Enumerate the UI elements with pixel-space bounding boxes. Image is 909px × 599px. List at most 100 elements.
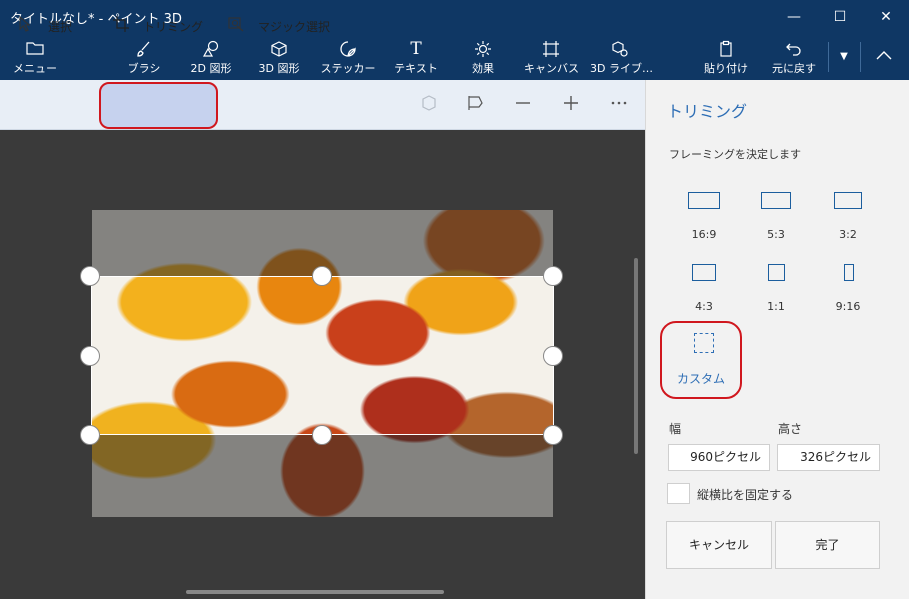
tool-brush-label: ブラシ	[127, 62, 161, 75]
tool-effects[interactable]: 効果	[462, 34, 504, 80]
toolbar-divider	[828, 42, 829, 72]
ratio-5-3[interactable]: 5:3	[746, 192, 806, 252]
ratio-4-3-icon	[692, 264, 716, 281]
panel-subtitle: フレーミングを決定します	[669, 148, 801, 161]
magic-select-icon	[228, 16, 244, 35]
panel-title: トリミング	[667, 102, 748, 121]
crop-icon	[113, 16, 129, 35]
custom-ratio-label[interactable]: カスタム	[660, 370, 742, 387]
ratio-9-16-label: 9:16	[835, 300, 861, 313]
paste-label: 貼り付け	[704, 62, 748, 75]
ratio-1-1-icon	[768, 264, 785, 281]
3d-view-icon	[420, 94, 438, 117]
select-label: 選択	[48, 20, 73, 34]
height-label: 高さ	[778, 422, 803, 436]
tool-sticker[interactable]: ステッカー	[320, 34, 376, 80]
zoom-out-icon[interactable]	[514, 94, 532, 117]
crop-handle-top-right[interactable]	[543, 266, 563, 286]
undo-icon	[768, 40, 820, 58]
flag-icon[interactable]	[466, 94, 484, 117]
brush-icon	[122, 40, 166, 58]
ratio-16-9-label: 16:9	[691, 228, 717, 241]
main-toolbar: メニュー ブラシ 2D 図形 3D 図形 ステッカー T テキスト 効果 キャン…	[0, 34, 909, 80]
tool-brush[interactable]: ブラシ	[122, 34, 166, 80]
effects-icon	[462, 40, 504, 58]
crop-frame[interactable]	[91, 276, 554, 435]
magic-select-label: マジック選択	[258, 20, 331, 34]
ratio-4-3[interactable]: 4:3	[674, 264, 734, 324]
crop-handle-bottom-left[interactable]	[80, 425, 100, 445]
ratio-16-9-icon	[688, 192, 720, 209]
crop-tool-highlight	[99, 82, 218, 129]
width-field[interactable]: 960ピクセル	[668, 444, 770, 471]
ratio-3-2[interactable]: 3:2	[818, 192, 878, 252]
lock-aspect-ratio-checkbox[interactable]	[667, 483, 690, 504]
crop-label: トリミング	[143, 20, 204, 34]
cancel-button[interactable]: キャンセル	[666, 521, 772, 569]
menu-label: メニュー	[13, 62, 57, 75]
ratio-1-1[interactable]: 1:1	[746, 264, 806, 324]
done-button[interactable]: 完了	[775, 521, 880, 569]
tool-sticker-label: ステッカー	[320, 62, 376, 75]
sticker-icon	[320, 40, 376, 58]
crop-handle-bottom-right[interactable]	[543, 425, 563, 445]
tool-canvas-label: キャンバス	[524, 62, 579, 75]
ratio-3-2-icon	[834, 192, 862, 209]
3d-shapes-icon	[254, 40, 304, 58]
chevron-down-icon: ▼	[840, 51, 848, 62]
tool-3d-shapes-label: 3D 図形	[258, 62, 300, 75]
tool-text[interactable]: T テキスト	[392, 34, 440, 80]
canvas-icon	[524, 40, 578, 58]
chevron-up-icon	[864, 46, 904, 64]
collapse-toolbar-button[interactable]	[864, 34, 904, 80]
zoom-in-icon[interactable]	[562, 94, 580, 117]
maximize-button[interactable]: ☐	[817, 0, 863, 34]
ratio-4-3-label: 4:3	[695, 300, 713, 313]
close-button[interactable]: ✕	[863, 0, 909, 34]
tool-3d-library-label: 3D ライブ…	[590, 62, 653, 75]
tool-canvas[interactable]: キャンバス	[524, 34, 579, 80]
ratio-5-3-icon	[761, 192, 791, 209]
crop-handle-right[interactable]	[543, 346, 563, 366]
crop-handle-top[interactable]	[312, 266, 332, 286]
lock-aspect-ratio-label: 縦横比を固定する	[697, 488, 794, 502]
more-options-icon[interactable]	[610, 94, 628, 117]
ratio-5-3-label: 5:3	[767, 228, 785, 241]
paste-button[interactable]: 貼り付け	[702, 34, 750, 80]
ratio-1-1-label: 1:1	[767, 300, 785, 313]
custom-ratio-icon[interactable]	[694, 333, 714, 353]
ratio-9-16-icon	[844, 264, 854, 281]
crop-handle-bottom[interactable]	[312, 425, 332, 445]
ratio-9-16[interactable]: 9:16	[818, 264, 878, 324]
ratio-3-2-label: 3:2	[839, 228, 857, 241]
title-bar: タイトルなし* - ペイント 3D — ☐ ✕	[0, 0, 909, 34]
horizontal-scrollbar[interactable]	[186, 590, 444, 594]
more-tools-button[interactable]: ▼	[832, 34, 856, 80]
text-icon: T	[410, 39, 422, 59]
undo-button[interactable]: 元に戻す	[768, 34, 820, 80]
vertical-scrollbar[interactable]	[634, 258, 638, 454]
tool-2d-shapes[interactable]: 2D 図形	[186, 34, 236, 80]
tool-3d-shapes[interactable]: 3D 図形	[254, 34, 304, 80]
minimize-button[interactable]: —	[771, 0, 817, 34]
crop-handle-top-left[interactable]	[80, 266, 100, 286]
crop-handle-left[interactable]	[80, 346, 100, 366]
toolbar-divider	[860, 42, 861, 72]
tool-2d-shapes-label: 2D 図形	[190, 62, 232, 75]
paste-icon	[702, 40, 750, 58]
folder-icon	[12, 40, 58, 58]
ratio-16-9[interactable]: 16:9	[674, 192, 734, 252]
height-field[interactable]: 326ピクセル	[777, 444, 880, 471]
pointer-icon	[18, 15, 32, 35]
3d-library-icon	[590, 40, 650, 58]
tool-effects-label: 効果	[472, 62, 494, 75]
tool-3d-library[interactable]: 3D ライブ…	[590, 34, 653, 80]
canvas-area[interactable]	[0, 130, 645, 599]
crop-dim-bottom	[92, 435, 553, 517]
tool-text-label: テキスト	[394, 62, 438, 75]
tool-options-bar	[0, 80, 645, 130]
undo-label: 元に戻す	[772, 62, 816, 75]
menu-button[interactable]: メニュー	[12, 34, 58, 80]
2d-shapes-icon	[186, 40, 236, 58]
width-label: 幅	[669, 422, 682, 436]
